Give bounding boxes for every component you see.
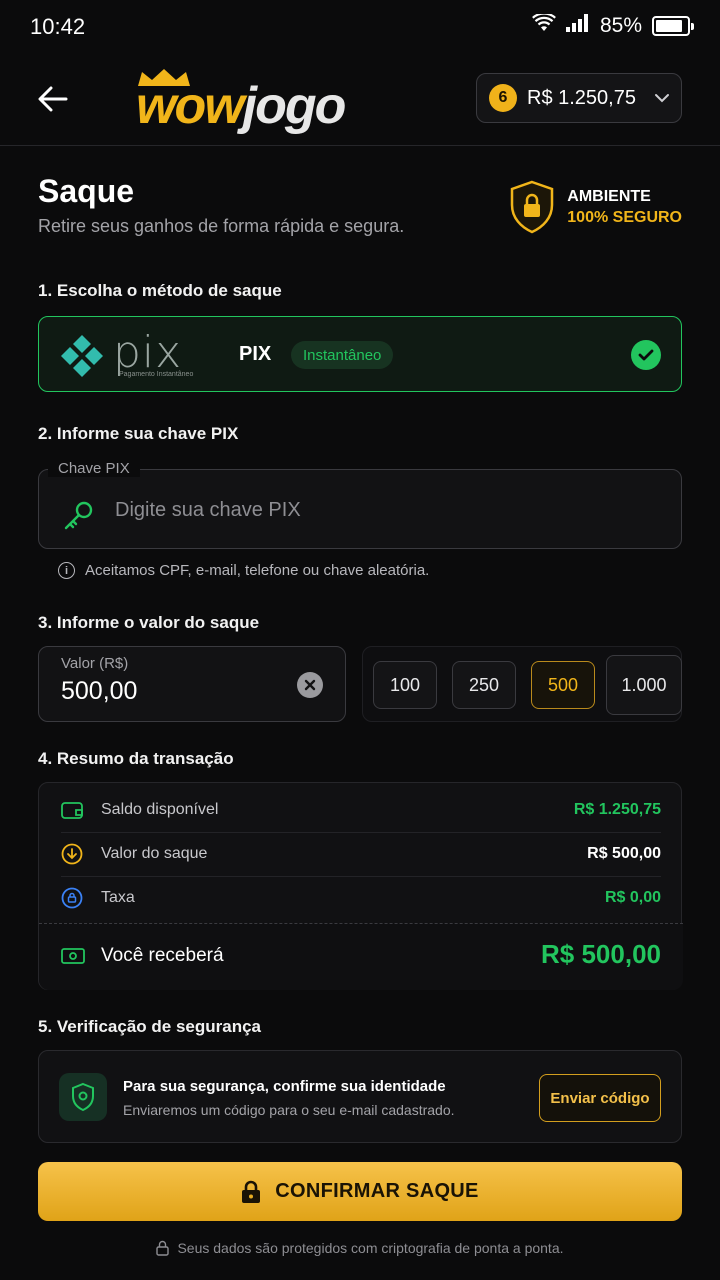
method-name: PIX bbox=[239, 343, 272, 365]
key-icon bbox=[64, 501, 93, 530]
chip-250[interactable]: 250 bbox=[452, 661, 516, 709]
verification-card: Para sua segurança, confirme sua identid… bbox=[38, 1050, 682, 1143]
check-icon bbox=[631, 340, 661, 370]
step2-label: 2. Informe sua chave PIX bbox=[38, 424, 239, 443]
status-icons: 85% bbox=[532, 12, 694, 38]
summary-value: R$ 1.250,75 bbox=[573, 801, 661, 818]
total-label: Você receberá bbox=[101, 945, 224, 966]
pix-key-field[interactable] bbox=[38, 469, 682, 549]
summary-row-fee: Taxa R$ 0,00 bbox=[61, 876, 661, 920]
page-subtitle: Retire seus ganhos de forma rápida e seg… bbox=[38, 216, 405, 236]
coin-icon: 6 bbox=[489, 84, 517, 112]
pix-key-hint-text: Aceitamos CPF, e-mail, telefone ou chave… bbox=[85, 562, 430, 579]
method-tag: Instantâneo bbox=[291, 341, 394, 369]
logo-jogo: jogo bbox=[242, 77, 347, 135]
clear-amount-button[interactable] bbox=[297, 672, 323, 698]
secure-badge: AMBIENTE 100% SEGURO bbox=[509, 180, 682, 234]
signal-icon bbox=[565, 14, 590, 38]
balance-selector[interactable]: 6 R$ 1.250,75 bbox=[476, 73, 682, 123]
pix-tagline: Pagamento Instantâneo bbox=[119, 371, 194, 378]
arrow-down-circle-icon bbox=[61, 843, 83, 865]
lock-icon bbox=[242, 1180, 261, 1203]
total-value: R$ 500,00 bbox=[541, 939, 661, 969]
pix-key-legend: Chave PIX bbox=[48, 460, 140, 477]
shield-icon bbox=[59, 1073, 107, 1121]
summary-label: Taxa bbox=[101, 889, 135, 906]
footer-note-text: Seus dados são protegidos com criptograf… bbox=[177, 1240, 564, 1256]
summary-total: Você receberá R$ 500,00 bbox=[39, 923, 683, 990]
pix-key-input[interactable] bbox=[115, 492, 655, 528]
method-card-pix[interactable]: pix Pagamento Instantâneo PIX Instantâne… bbox=[38, 316, 682, 392]
back-button[interactable] bbox=[32, 78, 74, 120]
battery-icon bbox=[652, 16, 694, 36]
verification-subtitle: Enviaremos um código para o seu e-mail c… bbox=[123, 1102, 455, 1118]
summary-card: Saldo disponível R$ 1.250,75 Valor do sa… bbox=[38, 782, 683, 990]
confirm-label: CONFIRMAR SAQUE bbox=[275, 1180, 479, 1202]
pix-logo: pix Pagamento Instantâneo bbox=[59, 327, 199, 381]
app-header: wowjogo 6 R$ 1.250,75 bbox=[0, 52, 720, 146]
battery-fill bbox=[656, 20, 682, 32]
confirm-withdraw-button[interactable]: CONFIRMAR SAQUE bbox=[38, 1162, 682, 1221]
page-title: Saque bbox=[38, 173, 135, 209]
security-footer: Seus dados são protegidos com criptograf… bbox=[0, 1240, 720, 1256]
lock-icon bbox=[156, 1240, 170, 1256]
dashed-divider bbox=[39, 923, 683, 924]
close-icon bbox=[304, 679, 316, 691]
chip-100[interactable]: 100 bbox=[373, 661, 437, 709]
amount-field[interactable]: Valor (R$) 500,00 bbox=[38, 646, 346, 722]
chevron-down-icon bbox=[654, 94, 669, 103]
chip-500[interactable]: 500 bbox=[531, 661, 595, 709]
pix-key-hint: i Aceitamos CPF, e-mail, telefone ou cha… bbox=[58, 562, 429, 579]
chip-1000[interactable]: 1.000 bbox=[606, 655, 682, 715]
status-time: 10:42 bbox=[30, 14, 86, 39]
battery-percent: 85% bbox=[599, 14, 642, 37]
secure-label-2: 100% SEGURO bbox=[567, 209, 682, 226]
status-bar: 10:42 85% bbox=[0, 0, 720, 52]
secure-label-1: AMBIENTE bbox=[567, 188, 651, 205]
amount-label: Valor (R$) bbox=[61, 655, 129, 672]
logo-wow: wow bbox=[136, 77, 245, 135]
summary-row-balance: Saldo disponível R$ 1.250,75 bbox=[61, 788, 661, 832]
wallet-icon bbox=[61, 799, 83, 821]
summary-value: R$ 500,00 bbox=[587, 845, 661, 862]
fee-icon bbox=[61, 887, 83, 909]
amount-input[interactable]: 500,00 bbox=[61, 677, 137, 706]
arrow-left-icon bbox=[38, 86, 68, 112]
step3-label: 3. Informe o valor do saque bbox=[38, 613, 260, 632]
summary-value: R$ 0,00 bbox=[604, 889, 661, 906]
step1-label: 1. Escolha o método de saque bbox=[38, 281, 282, 300]
pix-diamond-icon bbox=[61, 335, 103, 377]
summary-row-withdraw: Valor do saque R$ 500,00 bbox=[61, 832, 661, 876]
step5-label: 5. Verificação de segurança bbox=[38, 1017, 262, 1036]
summary-label: Valor do saque bbox=[101, 845, 208, 862]
step4-label: 4. Resumo da transação bbox=[38, 749, 234, 768]
balance-amount: R$ 1.250,75 bbox=[527, 86, 636, 109]
shield-lock-icon bbox=[511, 180, 554, 234]
cash-icon bbox=[61, 947, 85, 970]
send-code-button[interactable]: Enviar código bbox=[539, 1074, 661, 1122]
wowjogo-logo: wowjogo bbox=[136, 66, 366, 135]
quick-amount-chips: 100 250 500 1.000 bbox=[362, 646, 682, 722]
summary-label: Saldo disponível bbox=[101, 801, 219, 818]
verification-title: Para sua segurança, confirme sua identid… bbox=[123, 1078, 446, 1095]
wifi-icon bbox=[532, 12, 556, 38]
info-icon: i bbox=[58, 562, 75, 579]
